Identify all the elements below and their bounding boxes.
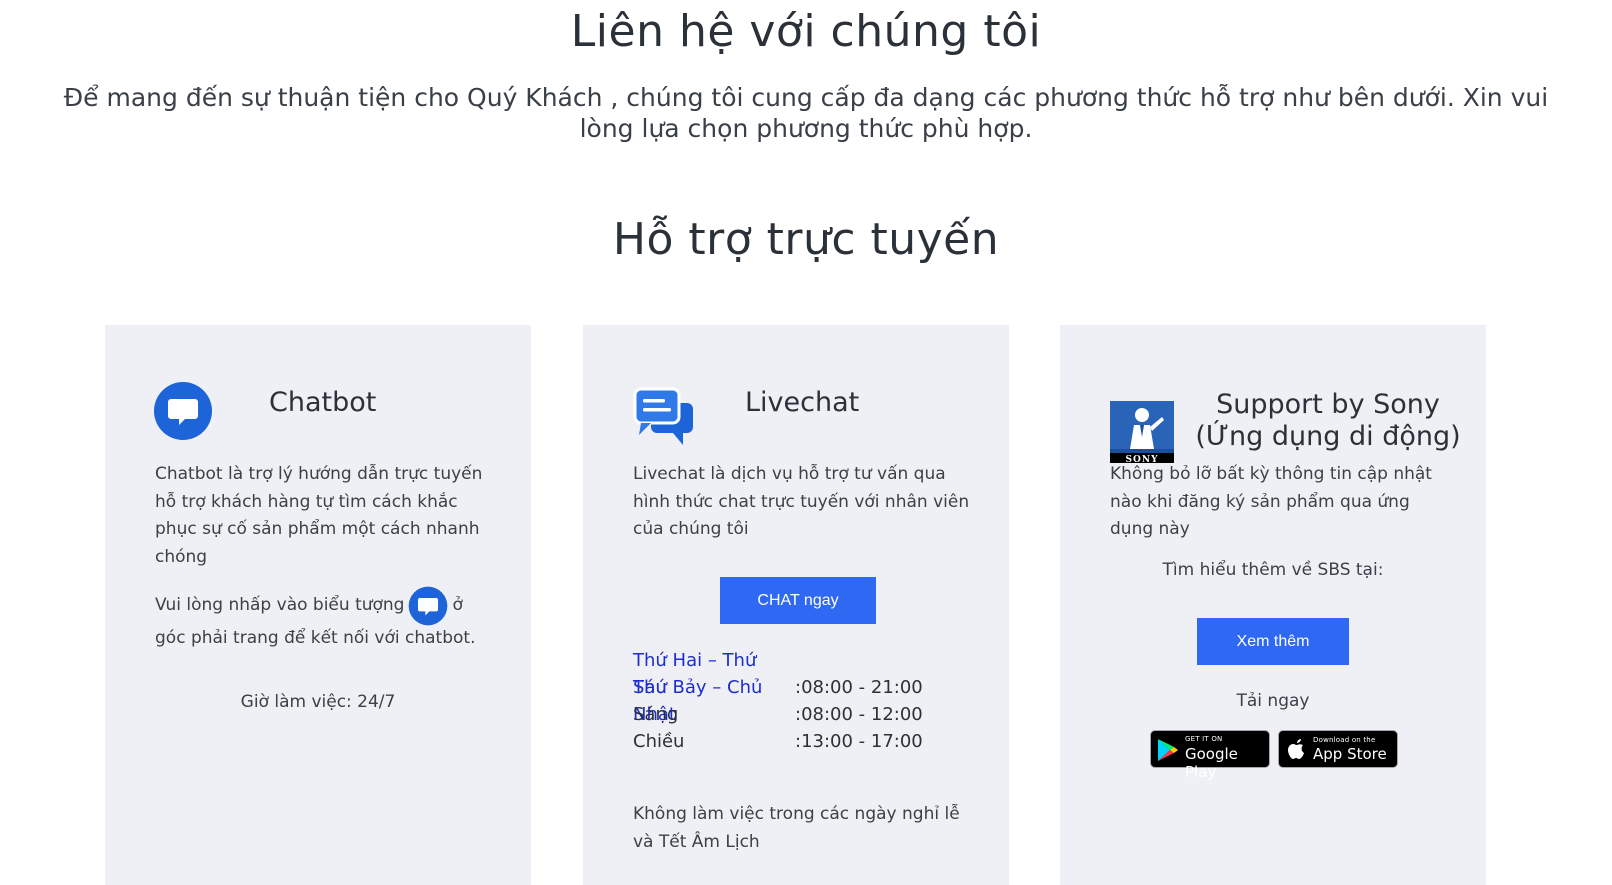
livechat-card: Livechat Livechat là dịch vụ hỗ trợ tư v…: [583, 325, 1009, 885]
hours-value: :08:00 - 12:00: [795, 704, 923, 725]
intro-line-1: Để mang đến sự thuận tiện cho Quý Khách …: [63, 83, 1549, 112]
sony-desc-line: Không bỏ lỡ bất kỳ thông tin cập nhật: [1110, 464, 1432, 484]
sony-logo-figure-icon: [1110, 401, 1174, 449]
sony-title-line2: (Ứng dụng di động): [1195, 421, 1461, 452]
sony-description: Không bỏ lỡ bất kỳ thông tin cập nhật nà…: [1110, 461, 1450, 544]
livechat-description: Livechat là dịch vụ hỗ trợ tư vấn qua hì…: [633, 461, 973, 544]
livechat-note: Không làm việc trong các ngày nghỉ lễ và…: [633, 801, 973, 856]
app-store-badge[interactable]: Download on the App Store: [1278, 730, 1398, 768]
apple-icon: [1288, 739, 1304, 759]
chatbot-description: Chatbot là trợ lý hướng dẫn trực tuyến h…: [155, 461, 495, 571]
chat-now-button[interactable]: CHAT ngay: [720, 577, 876, 624]
chatbot-desc-line: chóng: [155, 546, 208, 567]
view-more-button[interactable]: Xem thêm: [1197, 618, 1349, 665]
chatbot-desc-line: phục sự cố sản phẩm một cách nhanh: [155, 519, 480, 539]
hours-label: Chiều: [633, 731, 685, 752]
chatbot-instruction-text: Vui lòng nhấp vào biểu tượng: [155, 595, 405, 616]
sony-learn-more: Tìm hiểu thêm về SBS tại:: [1162, 560, 1384, 580]
google-play-badge[interactable]: GET IT ON Google Play: [1150, 730, 1270, 781]
chat-bubble-icon[interactable]: [408, 586, 448, 626]
hours-row: Chiều :13:00 - 17:00: [633, 728, 923, 755]
livechat-title: Livechat: [745, 387, 860, 418]
sony-desc-line: nào khi đăng ký sản phẩm qua ứng: [1110, 491, 1410, 512]
chatbot-desc-line: Chatbot là trợ lý hướng dẫn trực tuyến: [155, 464, 483, 484]
livechat-desc-line: Livechat là dịch vụ hỗ trợ tư vấn qua: [633, 464, 946, 484]
google-play-small-text: GET IT ON: [1185, 735, 1223, 743]
chatbot-instruction-line2: góc phải trang để kết nối với chatbot.: [155, 628, 476, 648]
livechat-note-line: Không làm việc trong các ngày nghỉ lễ: [633, 804, 960, 824]
sony-card: SONY Support by Sony (Ứng dụng di động) …: [1060, 325, 1486, 885]
google-play-big-text: Google Play: [1185, 745, 1238, 781]
app-store-big-text: App Store: [1313, 745, 1387, 763]
sony-title: Support by Sony (Ứng dụng di động): [1180, 389, 1476, 453]
app-store-small-text: Download on the: [1313, 736, 1376, 744]
section-title: Hỗ trợ trực tuyến: [612, 214, 1000, 265]
chatbot-instruction-suffix: ở: [452, 595, 463, 616]
chatbot-card: Chatbot Chatbot là trợ lý hướng dẫn trực…: [105, 325, 531, 885]
intro-text: Để mang đến sự thuận tiện cho Quý Khách …: [40, 82, 1572, 144]
chatbot-hours: Giờ làm việc: 24/7: [240, 692, 396, 712]
livechat-note-line: và Tết Âm Lịch: [633, 831, 760, 852]
sony-desc-line: dụng này: [1110, 519, 1190, 539]
chatbot-title: Chatbot: [269, 387, 377, 418]
intro-line-2: lòng lựa chọn phương thức phù hợp.: [579, 114, 1033, 143]
livechat-desc-line: hình thức chat trực tuyến với nhân viên: [633, 491, 970, 512]
download-now-link[interactable]: Tải ngay: [1060, 688, 1486, 716]
page-title: Liên hệ với chúng tôi: [570, 6, 1042, 57]
chat-bubble-icon: [154, 382, 212, 440]
livechat-bubbles-icon: [633, 387, 693, 445]
sony-app-logo: SONY: [1110, 401, 1174, 463]
hours-value: :08:00 - 21:00: [795, 677, 923, 698]
hours-label: Sáng: [633, 704, 679, 725]
google-play-icon: [1158, 739, 1178, 761]
livechat-desc-line: của chúng tôi: [633, 519, 749, 539]
chatbot-desc-line: hỗ trợ khách hàng tự tìm cách khắc: [155, 491, 458, 512]
hours-value: :13:00 - 17:00: [795, 731, 923, 752]
sony-title-line1: Support by Sony: [1216, 389, 1440, 420]
chatbot-instruction: Vui lòng nhấp vào biểu tượng ở góc phải …: [155, 586, 495, 653]
hours-row: Sáng :08:00 - 12:00: [633, 701, 923, 728]
